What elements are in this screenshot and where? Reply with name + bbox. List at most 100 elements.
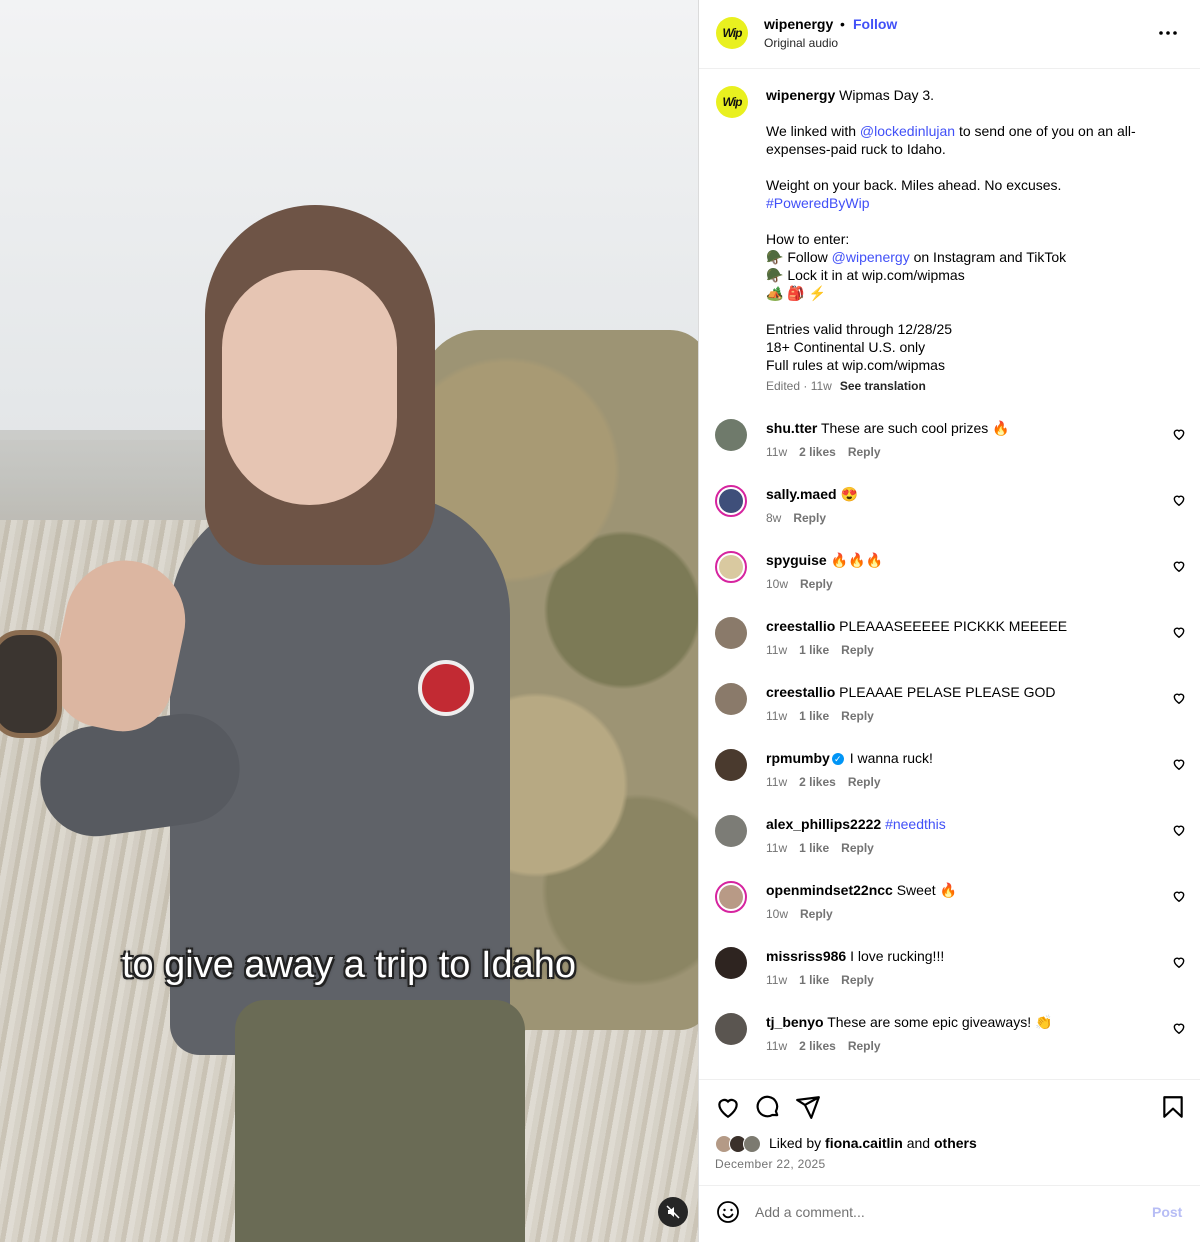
mention-link[interactable]: @wipenergy (832, 249, 910, 265)
comment-like-count[interactable]: 2 likes (799, 445, 836, 459)
commenter-avatar[interactable] (715, 947, 747, 979)
liked-by-text[interactable]: Liked by fiona.caitlin and others (769, 1135, 977, 1151)
comment-body[interactable]: #needthis (885, 816, 946, 832)
author-username[interactable]: wipenergy (764, 16, 833, 32)
comment-row: missriss986 I love rucking!!! 11w 1 like Re… (699, 947, 1200, 1013)
comment-like-count[interactable]: 2 likes (799, 1039, 836, 1053)
comment-body: I love rucking!!! (850, 948, 945, 964)
comment-like-heart-icon[interactable] (1172, 691, 1186, 705)
comment-like-heart-icon[interactable] (1172, 427, 1186, 441)
caption-line: Weight on your back. Miles ahead. No exc… (766, 177, 1062, 193)
mention-link[interactable]: @lockedinlujan (860, 123, 955, 139)
reel-video[interactable]: to give away a trip to Idaho (0, 0, 698, 1242)
comment-like-count[interactable]: 2 likes (799, 775, 836, 789)
comment-age: 10w (766, 577, 789, 591)
comment-age: 11w (766, 643, 788, 657)
comment-like-heart-icon[interactable] (1172, 1021, 1186, 1035)
caption-username[interactable]: wipenergy (766, 87, 835, 103)
reply-button[interactable]: Reply (848, 445, 881, 459)
audio-link[interactable]: Original audio (764, 36, 838, 50)
speaker-muted-icon (666, 1205, 680, 1219)
caption-line: 🪖 Lock it in at wip.com/wipmas (766, 267, 965, 283)
comment-body: PLEAAAE PELASE PLEASE GOD (839, 684, 1056, 700)
comment-row: shu.tter These are such cool prizes 🔥 11w… (699, 419, 1200, 485)
comment-like-heart-icon[interactable] (1172, 757, 1186, 771)
reply-button[interactable]: Reply (800, 577, 833, 591)
comment-like-heart-icon[interactable] (1172, 955, 1186, 969)
comment-like-heart-icon[interactable] (1172, 493, 1186, 507)
commenter-username[interactable]: creestallio (766, 684, 835, 700)
commenter-username[interactable]: alex_phillips2222 (766, 816, 881, 832)
caption-line: Entries valid through 12/28/25 (766, 321, 953, 337)
reply-button[interactable]: Reply (848, 775, 881, 789)
reply-button[interactable]: Reply (841, 841, 874, 855)
reply-button[interactable]: Reply (841, 973, 874, 987)
commenter-username[interactable]: spyguise (766, 552, 827, 568)
add-comment-input[interactable]: Add a comment... (755, 1204, 865, 1220)
commenter-username[interactable]: tj_benyo (766, 1014, 824, 1030)
commenter-username[interactable]: creestallio (766, 618, 835, 634)
commenter-avatar[interactable] (715, 1013, 747, 1045)
reply-button[interactable]: Reply (793, 511, 826, 525)
reply-button[interactable]: Reply (848, 1039, 881, 1053)
video-subtitle: to give away a trip to Idaho (121, 944, 577, 986)
edited-timestamp: Edited · 11w (766, 379, 832, 393)
emoji-icon[interactable] (716, 1200, 740, 1224)
reply-button[interactable]: Reply (841, 643, 874, 657)
caption-emoji-line: 🏕️ 🎒 ⚡ (766, 285, 827, 301)
comment-age: 11w (766, 709, 788, 723)
fishing-reel (0, 630, 62, 738)
avatar-image (715, 419, 747, 451)
reply-button[interactable]: Reply (841, 709, 874, 723)
comment-meta: 11w 2 likes Reply (766, 775, 893, 789)
comment-age: 11w (766, 841, 788, 855)
comment-age: 11w (766, 775, 788, 789)
liked-user-link[interactable]: fiona.caitlin (825, 1135, 903, 1151)
share-send-icon[interactable] (795, 1094, 821, 1120)
comment-like-heart-icon[interactable] (1172, 823, 1186, 837)
comment-meta: 11w 1 like Reply (766, 973, 886, 987)
commenter-username[interactable]: sally.maed (766, 486, 837, 502)
comment-like-heart-icon[interactable] (1172, 889, 1186, 903)
comment-like-heart-icon[interactable] (1172, 625, 1186, 639)
commenter-username[interactable]: shu.tter (766, 420, 817, 436)
follow-button[interactable]: Follow (853, 16, 897, 32)
mute-button[interactable] (658, 1197, 688, 1227)
comment-like-count[interactable]: 1 like (799, 973, 829, 987)
commenter-avatar[interactable] (715, 617, 747, 649)
comment-like-count[interactable]: 1 like (799, 709, 829, 723)
commenter-avatar[interactable] (715, 485, 747, 517)
comment-bubble-icon[interactable] (755, 1094, 781, 1120)
commenter-avatar[interactable] (715, 749, 747, 781)
like-heart-icon[interactable] (715, 1094, 741, 1120)
commenter-avatar[interactable] (715, 419, 747, 451)
more-options-icon[interactable] (1159, 30, 1177, 36)
commenter-avatar[interactable] (715, 551, 747, 583)
verified-badge-icon: ✓ (831, 753, 844, 766)
commenter-username[interactable]: openmindset22ncc (766, 882, 893, 898)
post-side-panel: Wip wipenergy • Follow Original audio Wi… (699, 0, 1200, 1242)
comment-like-count[interactable]: 1 like (799, 841, 829, 855)
comment-meta: 10w Reply (766, 577, 845, 591)
caption-meta: Edited · 11w See translation (766, 379, 926, 393)
commenter-username[interactable]: missriss986 (766, 948, 846, 964)
comment-row: openmindset22ncc Sweet 🔥 10w Reply (699, 881, 1200, 947)
save-bookmark-icon[interactable] (1160, 1094, 1186, 1120)
post-comment-button[interactable]: Post (1152, 1204, 1182, 1220)
caption-author-avatar[interactable]: Wip (716, 86, 748, 118)
author-avatar[interactable]: Wip (716, 17, 748, 49)
comment-like-count[interactable]: 1 like (799, 643, 829, 657)
see-translation-link[interactable]: See translation (840, 379, 926, 393)
commenter-avatar[interactable] (715, 881, 747, 913)
comment-like-heart-icon[interactable] (1172, 559, 1186, 573)
reply-button[interactable]: Reply (800, 907, 833, 921)
comment-row: sally.maed 😍 8w Reply (699, 485, 1200, 551)
comment-text: shu.tter These are such cool prizes 🔥 (766, 419, 1146, 437)
liked-others-link[interactable]: others (934, 1135, 977, 1151)
commenter-avatar[interactable] (715, 683, 747, 715)
comment-text: missriss986 I love rucking!!! (766, 947, 1146, 965)
caption-line: 🪖 Follow (766, 249, 832, 265)
commenter-avatar[interactable] (715, 815, 747, 847)
commenter-username[interactable]: rpmumby (766, 750, 830, 766)
hashtag-link[interactable]: #PoweredByWip (766, 195, 870, 211)
